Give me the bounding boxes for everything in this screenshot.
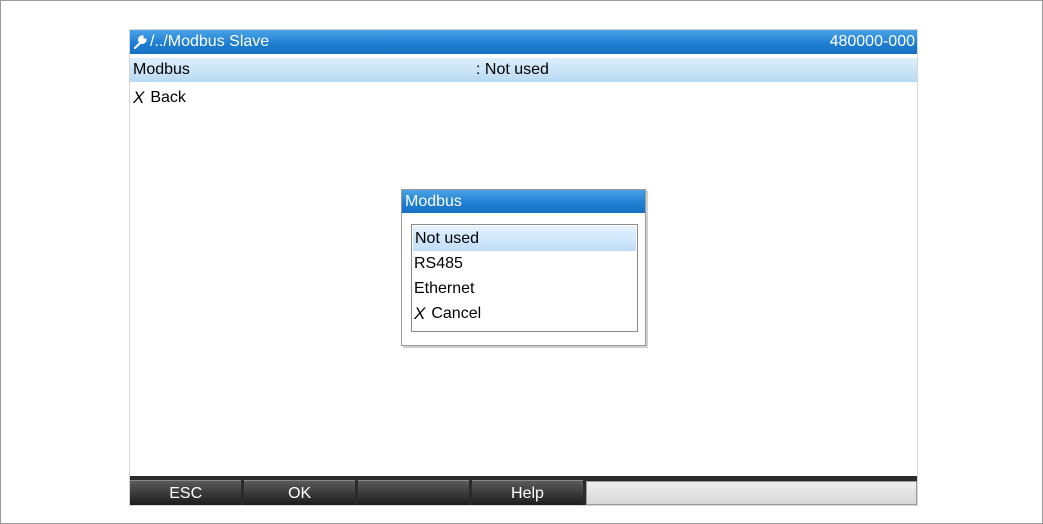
empty-softkey-field [585, 481, 917, 505]
option-label: RS485 [414, 255, 463, 272]
device-code: 480000-000 [829, 33, 915, 50]
title-bar: /../Modbus Slave 480000-000 [130, 30, 917, 54]
option-cancel[interactable]: X Cancel [412, 301, 637, 326]
option-list: Not used RS485 Ethernet X Cancel [411, 224, 638, 332]
x-icon: X [133, 88, 145, 107]
wrench-icon [133, 35, 147, 50]
dialog-title: Modbus [402, 190, 645, 213]
option-label: Ethernet [414, 280, 475, 297]
help-softkey[interactable]: Help [472, 480, 583, 505]
x-icon: X [414, 304, 426, 323]
breadcrumb-path: /../Modbus Slave [150, 33, 270, 50]
back-item[interactable]: X Back [133, 86, 186, 110]
ok-softkey[interactable]: OK [244, 480, 355, 505]
softkey-bar: ESC OK Help [130, 476, 917, 505]
back-label: Back [150, 89, 186, 106]
option-rs485[interactable]: RS485 [412, 251, 637, 276]
modbus-parameter-row[interactable]: Modbus : Not used [130, 58, 917, 82]
parameter-value: : Not used [476, 61, 549, 78]
parameter-name: Modbus [133, 61, 190, 78]
blank-softkey[interactable] [357, 480, 470, 505]
title-path-group: /../Modbus Slave [132, 33, 269, 51]
device-screen: /../Modbus Slave 480000-000 Modbus : Not… [129, 29, 918, 506]
esc-softkey[interactable]: ESC [130, 480, 242, 505]
option-label: Cancel [431, 305, 482, 322]
modbus-dialog: Modbus Not used RS485 Ethernet X Cancel [401, 189, 646, 346]
option-not-used[interactable]: Not used [413, 226, 636, 251]
option-ethernet[interactable]: Ethernet [412, 276, 637, 301]
option-label: Not used [415, 230, 480, 247]
